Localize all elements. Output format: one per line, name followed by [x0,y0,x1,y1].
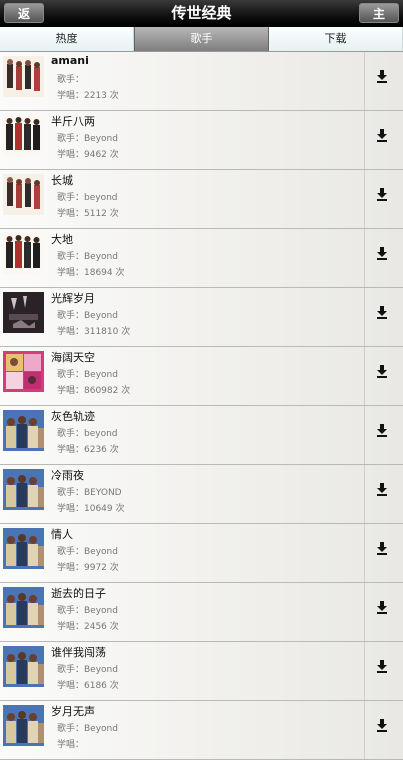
download-button[interactable] [364,111,403,169]
album-cover-image [3,233,44,274]
download-arrow-icon [377,719,387,732]
album-cover-image [3,292,44,333]
song-row[interactable]: amani 歌手： 学唱：2213 次 [0,52,403,111]
download-button[interactable] [364,465,403,523]
song-title: amani [51,54,89,67]
singer-label: 歌手：beyond [57,193,118,203]
song-title: 岁月无声 [51,705,95,718]
download-arrow-icon [377,542,387,555]
learn-count-label: 学唱：6186 次 [57,681,119,691]
song-row[interactable]: 谁伴我闯荡歌手：Beyond 学唱：6186 次 [0,642,403,701]
song-row[interactable]: 逝去的日子歌手：Beyond 学唱：2456 次 [0,583,403,642]
song-row[interactable]: 大地歌手：Beyond 学唱：18694 次 [0,229,403,288]
download-button[interactable] [364,52,403,110]
download-button[interactable] [364,701,403,759]
album-cover-image [3,56,44,97]
album-cover-image [3,410,44,451]
download-arrow-icon [377,129,387,142]
singer-label: 歌手： [57,75,85,85]
album-cover-image [3,646,44,687]
page-title: 传世经典 [171,4,232,22]
singer-label: 歌手：Beyond [57,134,118,144]
singer-label: 歌手：Beyond [57,606,118,616]
album-cover-image [3,115,44,156]
download-arrow-icon [377,601,387,614]
album-cover-image [3,528,44,569]
song-title: 光辉岁月 [51,292,95,305]
song-row[interactable]: 情人歌手：Beyond 学唱：9972 次 [0,524,403,583]
album-cover-image [3,174,44,215]
song-title: 情人 [51,528,73,541]
learn-count-label: 学唱：9462 次 [57,150,119,160]
tab-download[interactable]: 下载 [269,27,403,51]
download-button[interactable] [364,229,403,287]
learn-count-label: 学唱： [57,740,85,750]
download-button[interactable] [364,583,403,641]
song-row[interactable]: 岁月无声歌手：Beyond 学唱： [0,701,403,760]
song-row[interactable]: 半斤八两歌手：Beyond 学唱：9462 次 [0,111,403,170]
song-list: amani 歌手： 学唱：2213 次半斤八两歌手：Beyond 学唱：9462 次长… [0,52,403,760]
download-button[interactable] [364,170,403,228]
song-row[interactable]: 光辉岁月歌手：Beyond 学唱：311810 次 [0,288,403,347]
download-arrow-icon [377,247,387,260]
learn-count-label: 学唱：9972 次 [57,563,119,573]
download-arrow-icon [377,70,387,83]
song-row[interactable]: 灰色轨迹歌手：beyond 学唱：6236 次 [0,406,403,465]
song-title: 冷雨夜 [51,469,84,482]
singer-label: 歌手：Beyond [57,547,118,557]
learn-count-label: 学唱：10649 次 [57,504,125,514]
download-arrow-icon [377,306,387,319]
learn-count-label: 学唱：5112 次 [57,209,119,219]
song-row[interactable]: 海阔天空歌手：Beyond 学唱：860982 次 [0,347,403,406]
download-arrow-icon [377,424,387,437]
song-row[interactable]: 长城歌手：beyond 学唱：5112 次 [0,170,403,229]
download-button[interactable] [364,347,403,405]
learn-count-label: 学唱：2213 次 [57,91,119,101]
download-button[interactable] [364,524,403,582]
download-button[interactable] [364,642,403,700]
song-title: 长城 [51,174,73,187]
album-cover-image [3,587,44,628]
top-bar: 传世经典 返回 主页 [0,0,403,41]
song-title: 大地 [51,233,73,246]
song-title: 谁伴我闯荡 [51,646,106,659]
learn-count-label: 学唱：2456 次 [57,622,119,632]
singer-label: 歌手：Beyond [57,311,118,321]
song-title: 半斤八两 [51,115,95,128]
download-button[interactable] [364,406,403,464]
learn-count-label: 学唱：18694 次 [57,268,125,278]
album-cover-image [3,705,44,746]
learn-count-label: 学唱：311810 次 [57,327,131,337]
singer-label: 歌手：Beyond [57,724,118,734]
tab-bar: 热度 歌手 下载 [0,27,403,52]
home-button[interactable]: 主页 [359,3,399,41]
singer-label: 歌手：beyond [57,429,118,439]
download-button[interactable] [364,288,403,346]
album-cover-image [3,351,44,392]
back-button[interactable]: 返回 [4,3,44,41]
learn-count-label: 学唱：6236 次 [57,445,119,455]
download-arrow-icon [377,483,387,496]
singer-label: 歌手：BEYOND [57,488,122,498]
album-cover-image [3,469,44,510]
song-title: 逝去的日子 [51,587,106,600]
singer-label: 歌手：Beyond [57,665,118,675]
singer-label: 歌手：Beyond [57,252,118,262]
song-title: 灰色轨迹 [51,410,95,423]
song-title: 海阔天空 [51,351,95,364]
song-row[interactable]: 冷雨夜歌手：BEYOND 学唱：10649 次 [0,465,403,524]
tab-singer[interactable]: 歌手 [134,27,269,51]
download-arrow-icon [377,188,387,201]
tab-popularity[interactable]: 热度 [0,27,134,51]
singer-label: 歌手：Beyond [57,370,118,380]
learn-count-label: 学唱：860982 次 [57,386,131,396]
download-arrow-icon [377,365,387,378]
download-arrow-icon [377,660,387,673]
